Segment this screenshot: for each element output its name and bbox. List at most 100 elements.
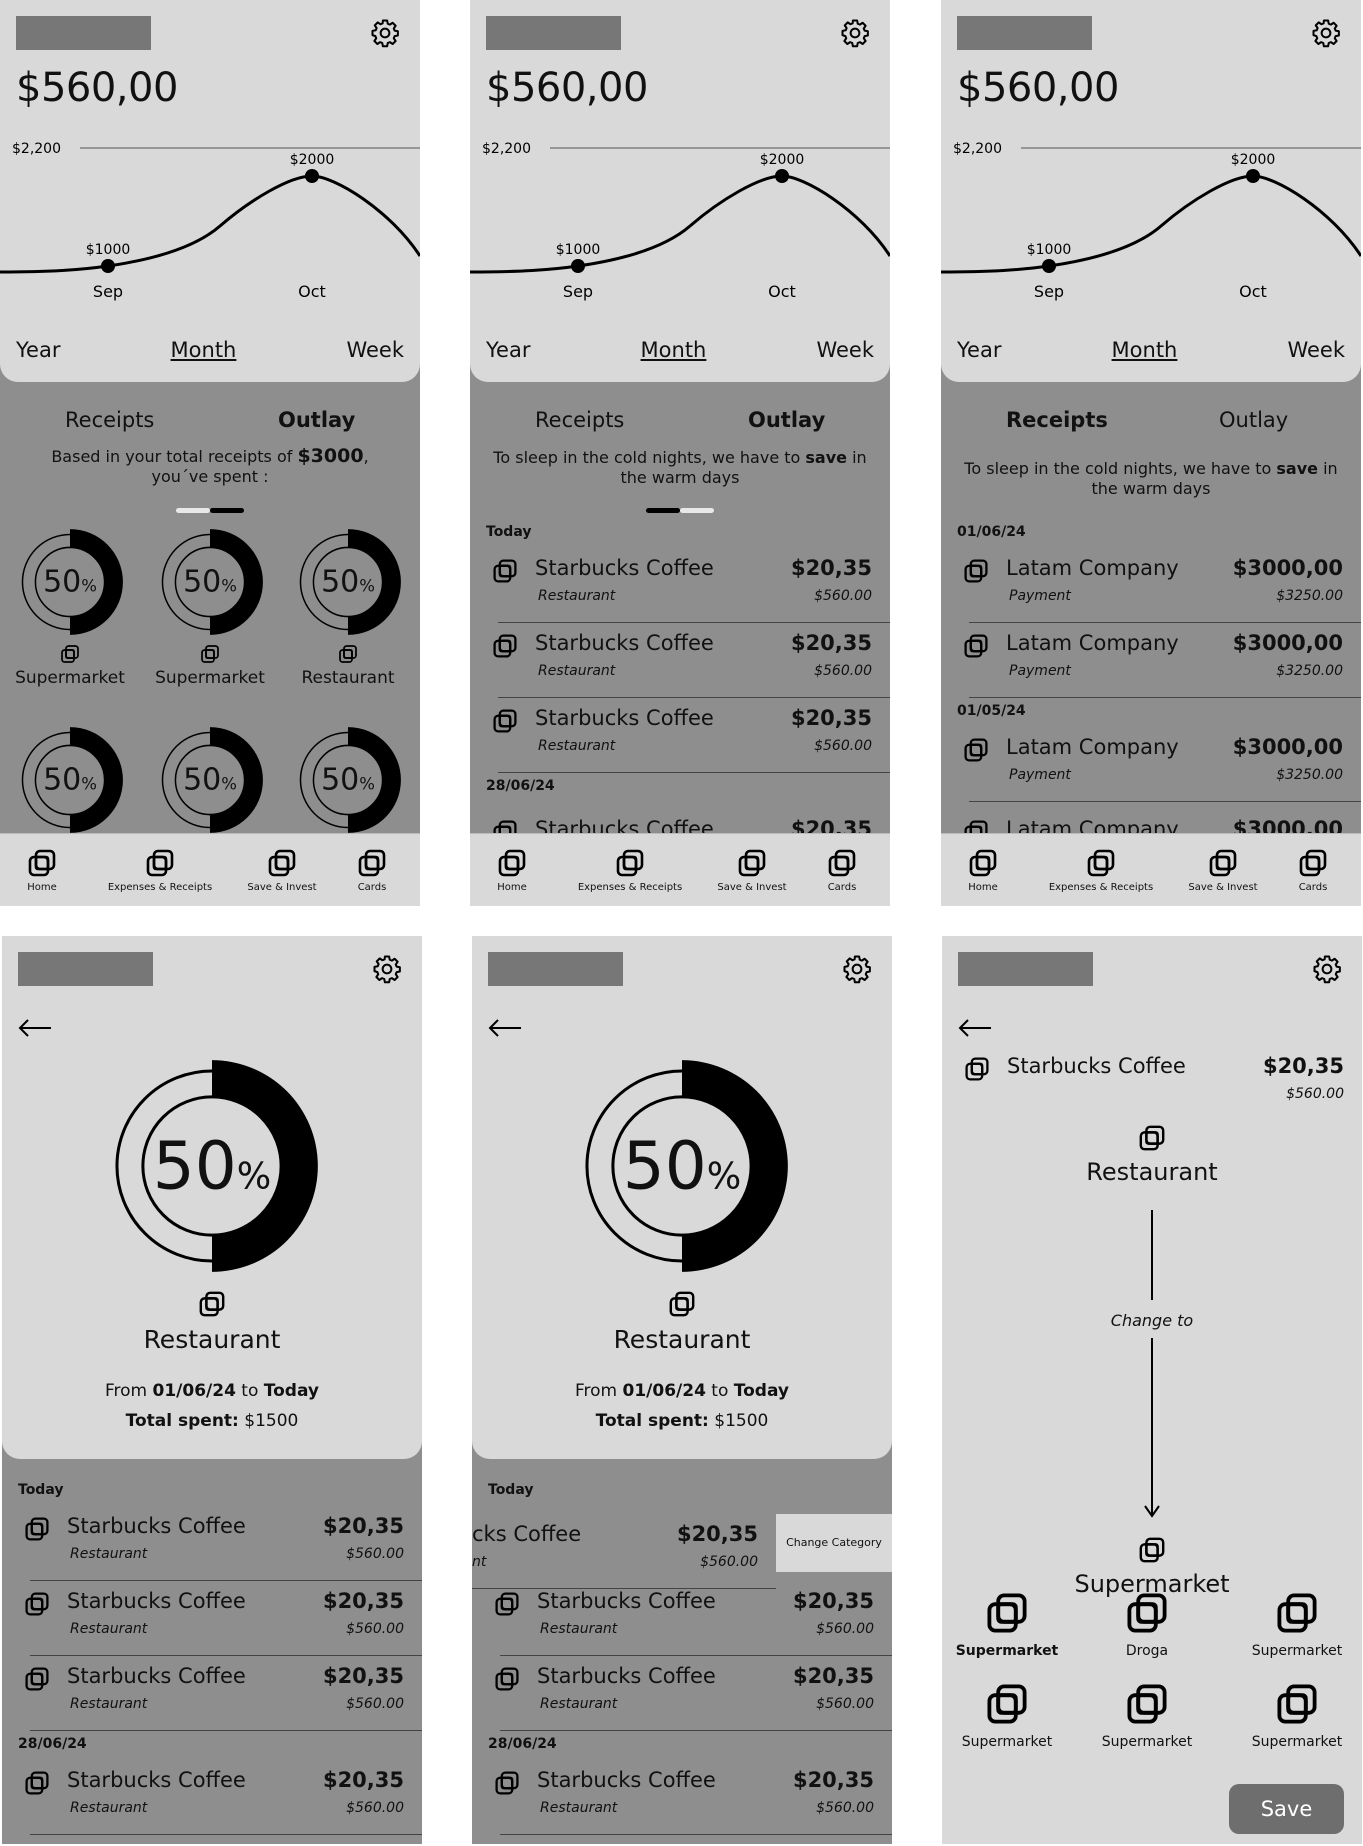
category-option-label: Supermarket	[955, 1643, 1059, 1659]
category-option-label: Droga	[1125, 1643, 1169, 1659]
nav-item-cards[interactable]: Cards	[1291, 848, 1335, 893]
transaction-row[interactable]: Latam Company $3000,00 Payment $3250.00	[941, 727, 1361, 802]
category-option[interactable]: Supermarket	[1242, 1591, 1352, 1659]
nav-item-cards[interactable]: Cards	[820, 848, 864, 893]
tab-receipts[interactable]: Receipts	[1006, 408, 1108, 432]
nav-item-expenses-receipts[interactable]: Expenses & Receipts	[1041, 848, 1161, 893]
category-icon	[198, 1290, 226, 1318]
gear-icon[interactable]	[370, 18, 400, 48]
tab-month[interactable]: Month	[641, 338, 707, 362]
transaction-row[interactable]: Latam Company $3000,00 Payment $3250.00	[941, 623, 1361, 698]
category-option-label: Supermarket	[1101, 1734, 1193, 1750]
tab-year[interactable]: Year	[486, 338, 530, 362]
data-point[interactable]	[571, 259, 585, 273]
gear-icon[interactable]	[1312, 954, 1342, 984]
gear-icon[interactable]	[842, 954, 872, 984]
tab-week[interactable]: Week	[346, 338, 404, 362]
category-icon	[492, 558, 518, 584]
transaction-row[interactable]: Starbucks Coffee $20,35 Restaurant $560.00	[2, 1760, 422, 1835]
transaction-name: Latam Company	[1006, 631, 1179, 655]
category-donut[interactable]: 50%	[294, 528, 402, 636]
gear-icon[interactable]	[840, 18, 870, 48]
data-point[interactable]	[1246, 169, 1260, 183]
nav-item-home[interactable]: Home	[490, 848, 534, 893]
data-point[interactable]	[305, 169, 319, 183]
category-option[interactable]: Supermarket	[952, 1591, 1062, 1659]
transaction-row[interactable]: Starbucks Coffee $20,35 Restaurant $560.00	[472, 1656, 892, 1731]
category-donut[interactable]: 50%	[156, 726, 264, 834]
back-arrow-icon[interactable]	[18, 1018, 52, 1038]
transaction-name: Starbucks Coffee	[67, 1514, 246, 1538]
transaction-row[interactable]: Starbucks Coffee $20,35 Restaurant $560.00	[472, 1581, 892, 1656]
gear-icon[interactable]	[1311, 18, 1341, 48]
nav-item-home[interactable]: Home	[20, 848, 64, 893]
swiped-transaction-row[interactable]: cks Coffee $20,35 nt $560.00	[472, 1514, 776, 1589]
percent-value: 50	[152, 1127, 237, 1205]
nav-item-cards[interactable]: Cards	[350, 848, 394, 893]
tab-week[interactable]: Week	[816, 338, 874, 362]
gear-icon[interactable]	[372, 954, 402, 984]
category-icon	[985, 1591, 1029, 1635]
nav-item-home[interactable]: Home	[961, 848, 1005, 893]
transaction-row[interactable]: Starbucks Coffee $20,35 Restaurant $560.00	[2, 1656, 422, 1731]
nav-item-save-invest[interactable]: Save & Invest	[1181, 848, 1265, 893]
tab-receipts[interactable]: Receipts	[65, 408, 154, 432]
data-point[interactable]	[101, 259, 115, 273]
pager-indicator[interactable]	[176, 508, 244, 513]
category-icon	[24, 1591, 50, 1617]
transaction-row[interactable]: Starbucks Coffee $20,35 Restaurant $560.00	[2, 1581, 422, 1656]
screen-overview-outlay: $560,00 $2,200 $1000 Sep $2000 Oct Year Mont…	[0, 0, 420, 906]
nav-icon	[497, 848, 527, 878]
category-option[interactable]: Supermarket	[952, 1682, 1062, 1750]
transaction-balance: $560.00	[816, 1800, 874, 1816]
tab-receipts[interactable]: Receipts	[535, 408, 624, 432]
nav-item-save-invest[interactable]: Save & Invest	[710, 848, 794, 893]
nav-item-expenses-receipts[interactable]: Expenses & Receipts	[570, 848, 690, 893]
category-donut[interactable]: 50%	[16, 726, 124, 834]
pager-indicator[interactable]	[646, 508, 714, 513]
category-donut[interactable]: 50%	[16, 528, 124, 636]
row-divider	[500, 1730, 892, 1731]
transaction-row[interactable]: Starbucks Coffee $20,35 Restaurant $560.00	[470, 623, 890, 698]
transaction-balance: $560.00	[814, 738, 872, 754]
category-name: Restaurant	[613, 1325, 751, 1354]
change-category-button[interactable]: Change Category	[776, 1514, 892, 1572]
donut-percent: 50%	[574, 1128, 790, 1205]
transaction-row[interactable]: Starbucks Coffee $20,35 Restaurant $560.00	[472, 1760, 892, 1835]
category-donut[interactable]: 50%	[294, 726, 402, 834]
tab-year[interactable]: Year	[16, 338, 60, 362]
tab-outlay[interactable]: Outlay	[1219, 408, 1288, 432]
balance-chart: $2,200 $1000 Sep $2000 Oct	[0, 140, 420, 310]
save-button[interactable]: Save	[1229, 1784, 1344, 1834]
tab-month[interactable]: Month	[1112, 338, 1178, 362]
transaction-row[interactable]: Latam Company $3000,00 Payment $3250.00	[941, 548, 1361, 623]
date-header: 01/06/24	[957, 524, 1026, 540]
back-arrow-icon[interactable]	[958, 1018, 992, 1038]
category-donut[interactable]: 50%	[156, 528, 264, 636]
transaction-row[interactable]: Starbucks Coffee $20,35 Restaurant $560.00	[2, 1506, 422, 1581]
nav-item-expenses-receipts[interactable]: Expenses & Receipts	[100, 848, 220, 893]
data-point[interactable]	[1042, 259, 1056, 273]
transaction-row[interactable]: Starbucks Coffee $20,35 Restaurant $560.00	[470, 548, 890, 623]
tab-year[interactable]: Year	[957, 338, 1001, 362]
transaction-balance: $3250.00	[1276, 588, 1343, 604]
tab-outlay[interactable]: Outlay	[748, 408, 825, 432]
transaction-row[interactable]: Starbucks Coffee $20,35 Restaurant $560.00	[470, 698, 890, 773]
category-icon	[985, 1682, 1029, 1726]
back-arrow-icon[interactable]	[488, 1018, 522, 1038]
tab-month[interactable]: Month	[171, 338, 237, 362]
percent-sign: %	[359, 774, 375, 794]
category-option[interactable]: Supermarket	[1092, 1682, 1202, 1750]
transaction-amount: $3000,00	[1232, 556, 1343, 580]
category-option[interactable]: Supermarket	[1242, 1682, 1352, 1750]
nav-item-save-invest[interactable]: Save & Invest	[240, 848, 324, 893]
category-label: Restaurant	[301, 668, 395, 688]
category-option[interactable]: Droga	[1092, 1591, 1202, 1659]
tab-week[interactable]: Week	[1287, 338, 1345, 362]
category-icon	[492, 708, 518, 734]
tab-outlay[interactable]: Outlay	[278, 408, 355, 432]
transaction-name: Starbucks Coffee	[535, 631, 714, 655]
transaction-category: Restaurant	[540, 1696, 618, 1712]
category-label: Supermarket	[155, 668, 265, 688]
data-point[interactable]	[775, 169, 789, 183]
